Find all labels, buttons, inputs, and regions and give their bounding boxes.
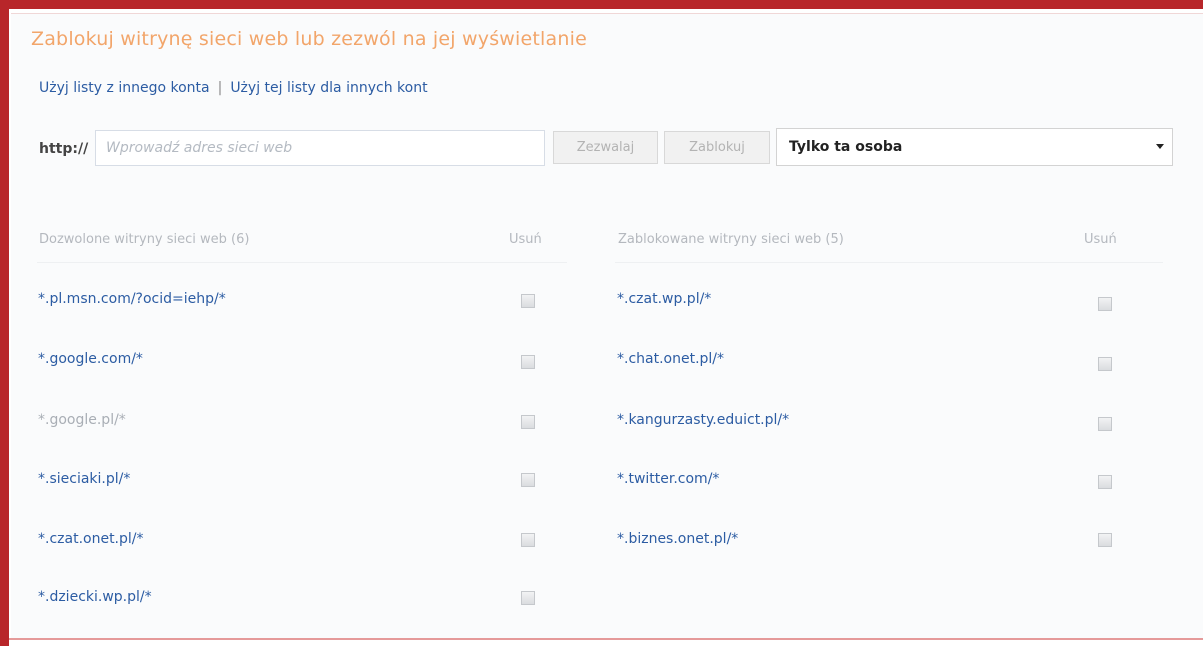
list-links: Użyj listy z innego konta | Użyj tej listy…	[39, 80, 428, 96]
blocked-remove-checkbox[interactable]	[1098, 357, 1112, 371]
allowed-header-divider	[37, 262, 567, 263]
web-address-input[interactable]	[95, 130, 545, 166]
blocked-remove-checkbox[interactable]	[1098, 417, 1112, 431]
blocked-remove-header: Usuń	[1084, 232, 1117, 247]
blocked-remove-checkbox[interactable]	[1098, 533, 1112, 547]
allowed-site-url[interactable]: *.google.com/*	[38, 351, 143, 367]
http-prefix-label: http://	[39, 141, 89, 157]
allowed-remove-checkbox[interactable]	[521, 294, 535, 308]
allowed-remove-checkbox[interactable]	[521, 591, 535, 605]
blocked-site-url[interactable]: *.kangurzasty.eduict.pl/*	[617, 412, 789, 428]
scope-select-value: Tylko ta osoba	[789, 139, 903, 155]
allowed-remove-checkbox[interactable]	[521, 533, 535, 547]
blocked-sites-header: Zablokowane witryny sieci web (5)	[618, 232, 844, 247]
blocked-remove-checkbox[interactable]	[1098, 297, 1112, 311]
block-button[interactable]: Zablokuj	[664, 131, 770, 164]
blocked-remove-checkbox[interactable]	[1098, 475, 1112, 489]
allowed-remove-checkbox[interactable]	[521, 473, 535, 487]
allowed-sites-header: Dozwolone witryny sieci web (6)	[39, 232, 250, 247]
blocked-site-url[interactable]: *.czat.wp.pl/*	[617, 291, 711, 307]
blocked-site-url[interactable]: *.biznes.onet.pl/*	[617, 531, 738, 547]
scope-select[interactable]: Tylko ta osoba	[776, 128, 1173, 166]
use-list-for-other-accounts-link[interactable]: Użyj tej listy dla innych kont	[230, 80, 427, 96]
blocked-site-url[interactable]: *.twitter.com/*	[617, 471, 719, 487]
chevron-down-icon	[1156, 144, 1164, 149]
blocked-header-divider	[615, 262, 1163, 263]
allow-button[interactable]: Zezwalaj	[553, 131, 658, 164]
page-title: Zablokuj witrynę sieci web lub zezwól na…	[31, 28, 587, 50]
allowed-site-url[interactable]: *.dziecki.wp.pl/*	[38, 589, 152, 605]
use-other-account-list-link[interactable]: Użyj listy z innego konta	[39, 80, 210, 96]
allowed-remove-checkbox[interactable]	[521, 415, 535, 429]
allowed-remove-header: Usuń	[509, 232, 542, 247]
allowed-site-url[interactable]: *.pl.msn.com/?ocid=iehp/*	[38, 291, 226, 307]
allowed-site-url[interactable]: *.sieciaki.pl/*	[38, 471, 130, 487]
bottom-border	[9, 638, 1203, 640]
allowed-site-url[interactable]: *.google.pl/*	[38, 412, 126, 428]
links-separator: |	[217, 80, 223, 96]
allowed-site-url[interactable]: *.czat.onet.pl/*	[38, 531, 144, 547]
allowed-remove-checkbox[interactable]	[521, 355, 535, 369]
blocked-site-url[interactable]: *.chat.onet.pl/*	[617, 351, 724, 367]
content-panel	[11, 13, 1203, 640]
